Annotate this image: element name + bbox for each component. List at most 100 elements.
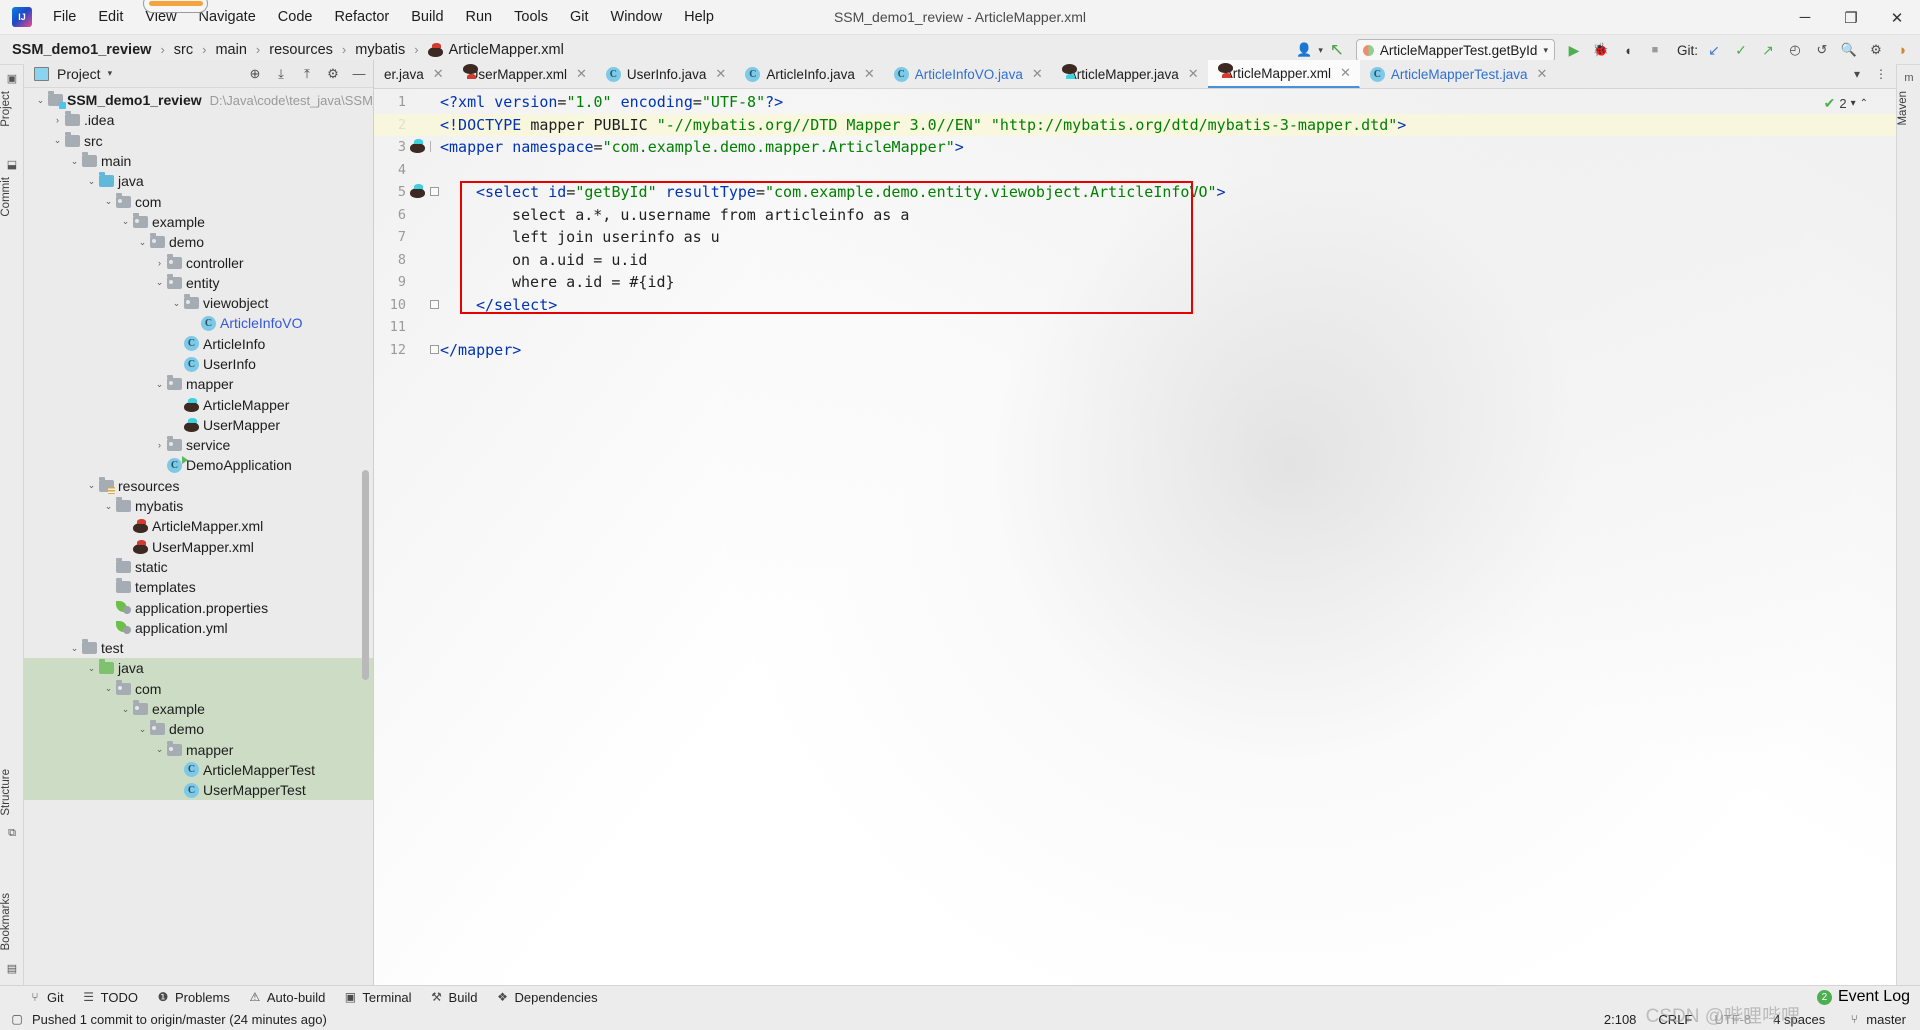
- menu-item-build[interactable]: Build: [400, 5, 454, 29]
- close-icon[interactable]: ✕: [715, 66, 726, 82]
- chevron-down-icon[interactable]: ⌄: [136, 724, 149, 735]
- bottom-item-git[interactable]: ⑂ Git: [28, 990, 63, 1005]
- stop-button[interactable]: ■: [1642, 38, 1668, 62]
- menu-item-refactor[interactable]: Refactor: [323, 5, 400, 29]
- tree-node-ssm-demo1-review[interactable]: ⌄ SSM_demo1_review D:\Java\code\test_java\…: [24, 90, 373, 110]
- tree-node-articleinfovo[interactable]: C ArticleInfoVO: [24, 313, 373, 333]
- minimize-button[interactable]: ─: [1782, 0, 1828, 35]
- tree-node-mybatis[interactable]: ⌄ mybatis: [24, 496, 373, 516]
- menu-item-help[interactable]: Help: [673, 5, 725, 29]
- rail-item-bookmarks[interactable]: Bookmarks: [0, 889, 24, 955]
- chevron-down-icon[interactable]: ⌄: [85, 176, 98, 187]
- close-icon[interactable]: ✕: [1536, 66, 1547, 82]
- inspection-collapse-icon[interactable]: ⌃: [1860, 98, 1868, 109]
- bottom-item-build[interactable]: ⚒ Build: [430, 990, 477, 1005]
- chevron-down-icon[interactable]: ⌄: [34, 95, 47, 106]
- project-tree-scrollbar[interactable]: [362, 470, 369, 680]
- project-view-chevron-down-icon[interactable]: ▾: [108, 68, 113, 79]
- tree-node-mapper[interactable]: ⌄ mapper: [24, 374, 373, 394]
- chevron-down-icon[interactable]: ⌄: [119, 216, 132, 227]
- chevron-down-icon[interactable]: ⌄: [119, 704, 132, 715]
- chevron-down-icon[interactable]: ⌄: [102, 501, 115, 512]
- search-everywhere-icon[interactable]: 🔍: [1836, 38, 1862, 62]
- git-history-icon[interactable]: ◴: [1782, 38, 1808, 62]
- git-push-icon[interactable]: ↗: [1755, 38, 1781, 62]
- tree-node-usermapper-xml[interactable]: UserMapper.xml: [24, 537, 373, 557]
- menu-item-git[interactable]: Git: [559, 5, 600, 29]
- git-rollback-icon[interactable]: ↺: [1809, 38, 1835, 62]
- ide-status-icon[interactable]: ◗: [1890, 38, 1916, 62]
- tree-node-java[interactable]: ⌄ java: [24, 171, 373, 191]
- close-icon[interactable]: ✕: [576, 66, 587, 82]
- chevron-down-icon[interactable]: ⌄: [68, 156, 81, 167]
- close-icon[interactable]: ✕: [1188, 66, 1199, 82]
- tree-node-main[interactable]: ⌄ main: [24, 151, 373, 171]
- chevron-right-icon[interactable]: ›: [153, 258, 166, 268]
- menu-item-edit[interactable]: Edit: [87, 5, 134, 29]
- tree-node-usermapper[interactable]: UserMapper: [24, 415, 373, 435]
- breadcrumb-item-0[interactable]: SSM_demo1_review: [12, 42, 151, 58]
- editor-tab-articlemappertest-java[interactable]: C ArticleMapperTest.java ✕: [1360, 60, 1556, 88]
- chevron-down-icon[interactable]: ⌄: [153, 277, 166, 288]
- bottom-item-problems[interactable]: ❶ Problems: [156, 990, 230, 1005]
- chevron-down-icon[interactable]: ⌄: [68, 643, 81, 654]
- editor-tab-articlemapper-java[interactable]: ArticleMapper.java ✕: [1052, 60, 1208, 88]
- editor-tab-articlemapper-xml[interactable]: ArticleMapper.xml ✕: [1207, 60, 1360, 88]
- close-icon[interactable]: ✕: [864, 66, 875, 82]
- tree-node-templates[interactable]: templates: [24, 577, 373, 597]
- tree-node-com[interactable]: ⌄ com: [24, 678, 373, 699]
- gear-icon[interactable]: ⚙: [321, 63, 345, 85]
- bookmarks-rail-icon[interactable]: ▤: [5, 961, 19, 975]
- editor-tab-userinfo-java[interactable]: C UserInfo.java ✕: [596, 60, 735, 88]
- bottom-item-terminal[interactable]: ▣ Terminal: [343, 990, 412, 1005]
- run-button[interactable]: ▶: [1561, 38, 1587, 62]
- tab-list-chevron-icon[interactable]: ▾: [1846, 61, 1868, 87]
- tree-node-java[interactable]: ⌄ java: [24, 658, 373, 679]
- collapse-all-icon[interactable]: ⤒: [295, 63, 319, 85]
- tree-node-test[interactable]: ⌄ test: [24, 638, 373, 658]
- user-caret-icon[interactable]: ▾: [1318, 45, 1323, 56]
- tree-node-articleinfo[interactable]: C ArticleInfo: [24, 334, 373, 354]
- tree-node-articlemapper[interactable]: ArticleMapper: [24, 394, 373, 414]
- editor-tab-articleinfo-java[interactable]: C ArticleInfo.java ✕: [735, 60, 883, 88]
- breadcrumb-item-5[interactable]: ArticleMapper.xml: [427, 42, 564, 58]
- tab-options-icon[interactable]: ⋮: [1870, 61, 1892, 87]
- tree-node-mapper[interactable]: ⌄ mapper: [24, 739, 373, 760]
- code-editor[interactable]: 123456789101112 <?xml version="1.0" enco…: [374, 89, 1896, 985]
- breadcrumb-item-4[interactable]: mybatis: [355, 42, 405, 58]
- tree-node-application-yml[interactable]: application.yml: [24, 618, 373, 638]
- user-account-icon[interactable]: 👤: [1291, 38, 1317, 62]
- git-update-icon[interactable]: ↙: [1701, 38, 1727, 62]
- back-arrow-icon[interactable]: ↖: [1324, 38, 1350, 62]
- git-commit-icon[interactable]: ✓: [1728, 38, 1754, 62]
- structure-rail-icon[interactable]: ⧉: [5, 826, 19, 840]
- tree-node-controller[interactable]: › controller: [24, 252, 373, 272]
- commit-rail-icon[interactable]: ⬓: [5, 157, 19, 171]
- event-log-label[interactable]: Event Log: [1838, 988, 1910, 1006]
- tree-node--idea[interactable]: › .idea: [24, 110, 373, 130]
- chevron-down-icon[interactable]: ⌄: [153, 744, 166, 755]
- chevron-down-icon[interactable]: ⌄: [136, 237, 149, 248]
- event-log-area[interactable]: 2 Event Log: [1816, 988, 1920, 1006]
- close-icon[interactable]: ✕: [1340, 65, 1351, 81]
- chevron-down-icon[interactable]: ⌄: [153, 379, 166, 390]
- rail-item-maven[interactable]: Maven: [1897, 87, 1920, 130]
- run-configuration-selector[interactable]: ArticleMapperTest.getById ▾: [1355, 38, 1555, 62]
- debug-button[interactable]: 🐞: [1588, 38, 1614, 62]
- tree-node-demo[interactable]: ⌄ demo: [24, 719, 373, 740]
- tree-node-viewobject[interactable]: ⌄ viewobject: [24, 293, 373, 313]
- maximize-button[interactable]: ❐: [1828, 0, 1874, 35]
- editor-tab-articleinfovo-java[interactable]: C ArticleInfoVO.java ✕: [884, 60, 1052, 88]
- editor-tab-er-java[interactable]: er.java ✕: [374, 60, 453, 88]
- editor-code-text[interactable]: <?xml version="1.0" encoding="UTF-8"?> <!…: [440, 89, 1896, 985]
- bottom-item-auto-build[interactable]: ⚠ Auto-build: [248, 990, 325, 1005]
- rail-item-project[interactable]: Project: [0, 87, 24, 131]
- run-with-coverage-button[interactable]: ◖: [1615, 38, 1641, 62]
- maven-rail-icon[interactable]: m: [1902, 71, 1916, 85]
- tree-node-demo[interactable]: ⌄ demo: [24, 232, 373, 252]
- chevron-down-icon[interactable]: ⌄: [170, 298, 183, 309]
- chevron-right-icon[interactable]: ›: [51, 115, 64, 125]
- tree-node-usermappertest[interactable]: C UserMapperTest: [24, 780, 373, 801]
- settings-gear-icon[interactable]: ⚙: [1863, 38, 1889, 62]
- indent-setting[interactable]: 4 spaces: [1773, 1012, 1825, 1027]
